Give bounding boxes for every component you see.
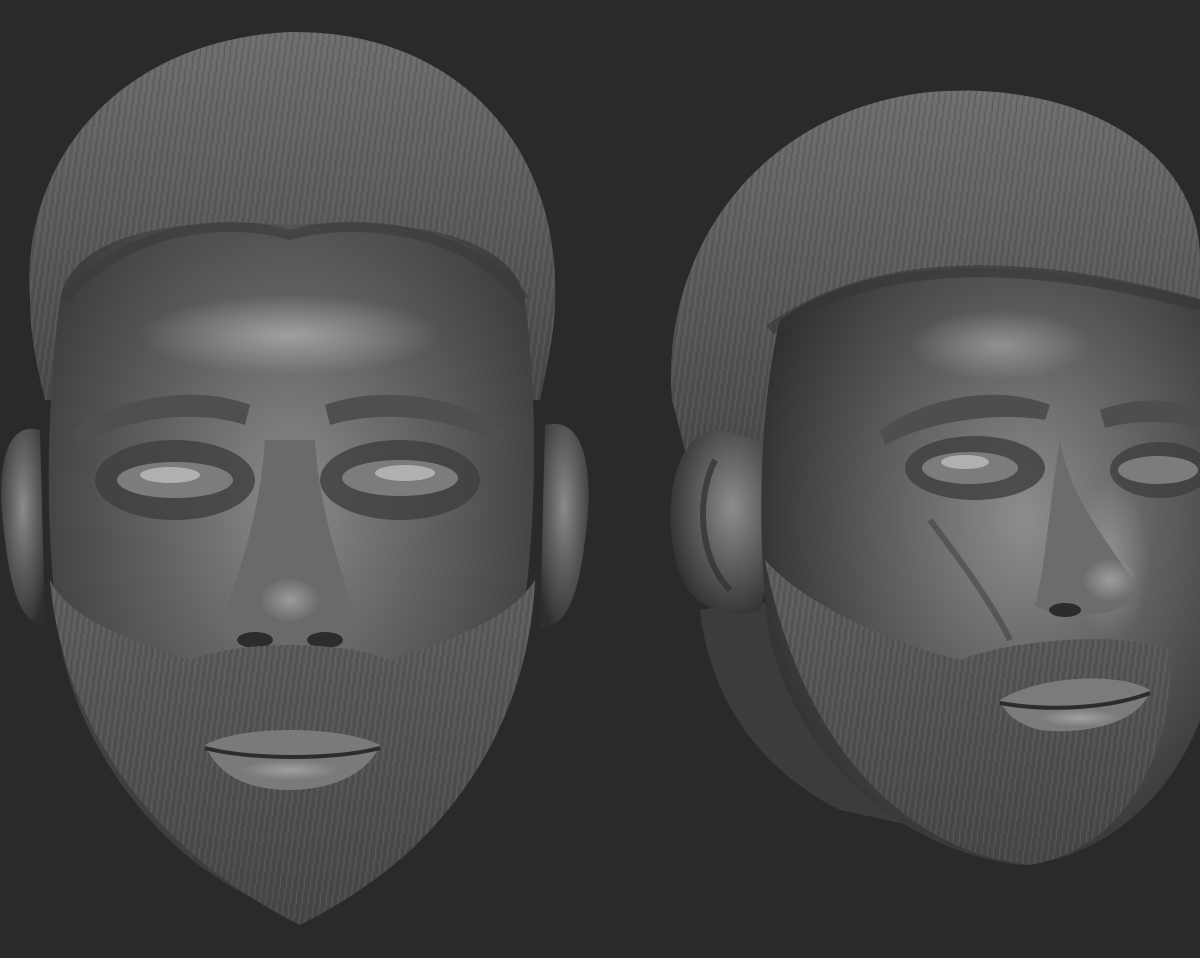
right-ear: [540, 423, 589, 628]
viewport-svg: [1, 31, 1200, 925]
threequarter-eye-right: [1118, 456, 1198, 484]
sculpt-viewport: [0, 0, 1200, 958]
threequarter-ear: [670, 430, 774, 614]
head-three-quarter-view: [670, 90, 1200, 865]
left-ear: [1, 428, 45, 625]
head-front-view: [1, 31, 589, 925]
